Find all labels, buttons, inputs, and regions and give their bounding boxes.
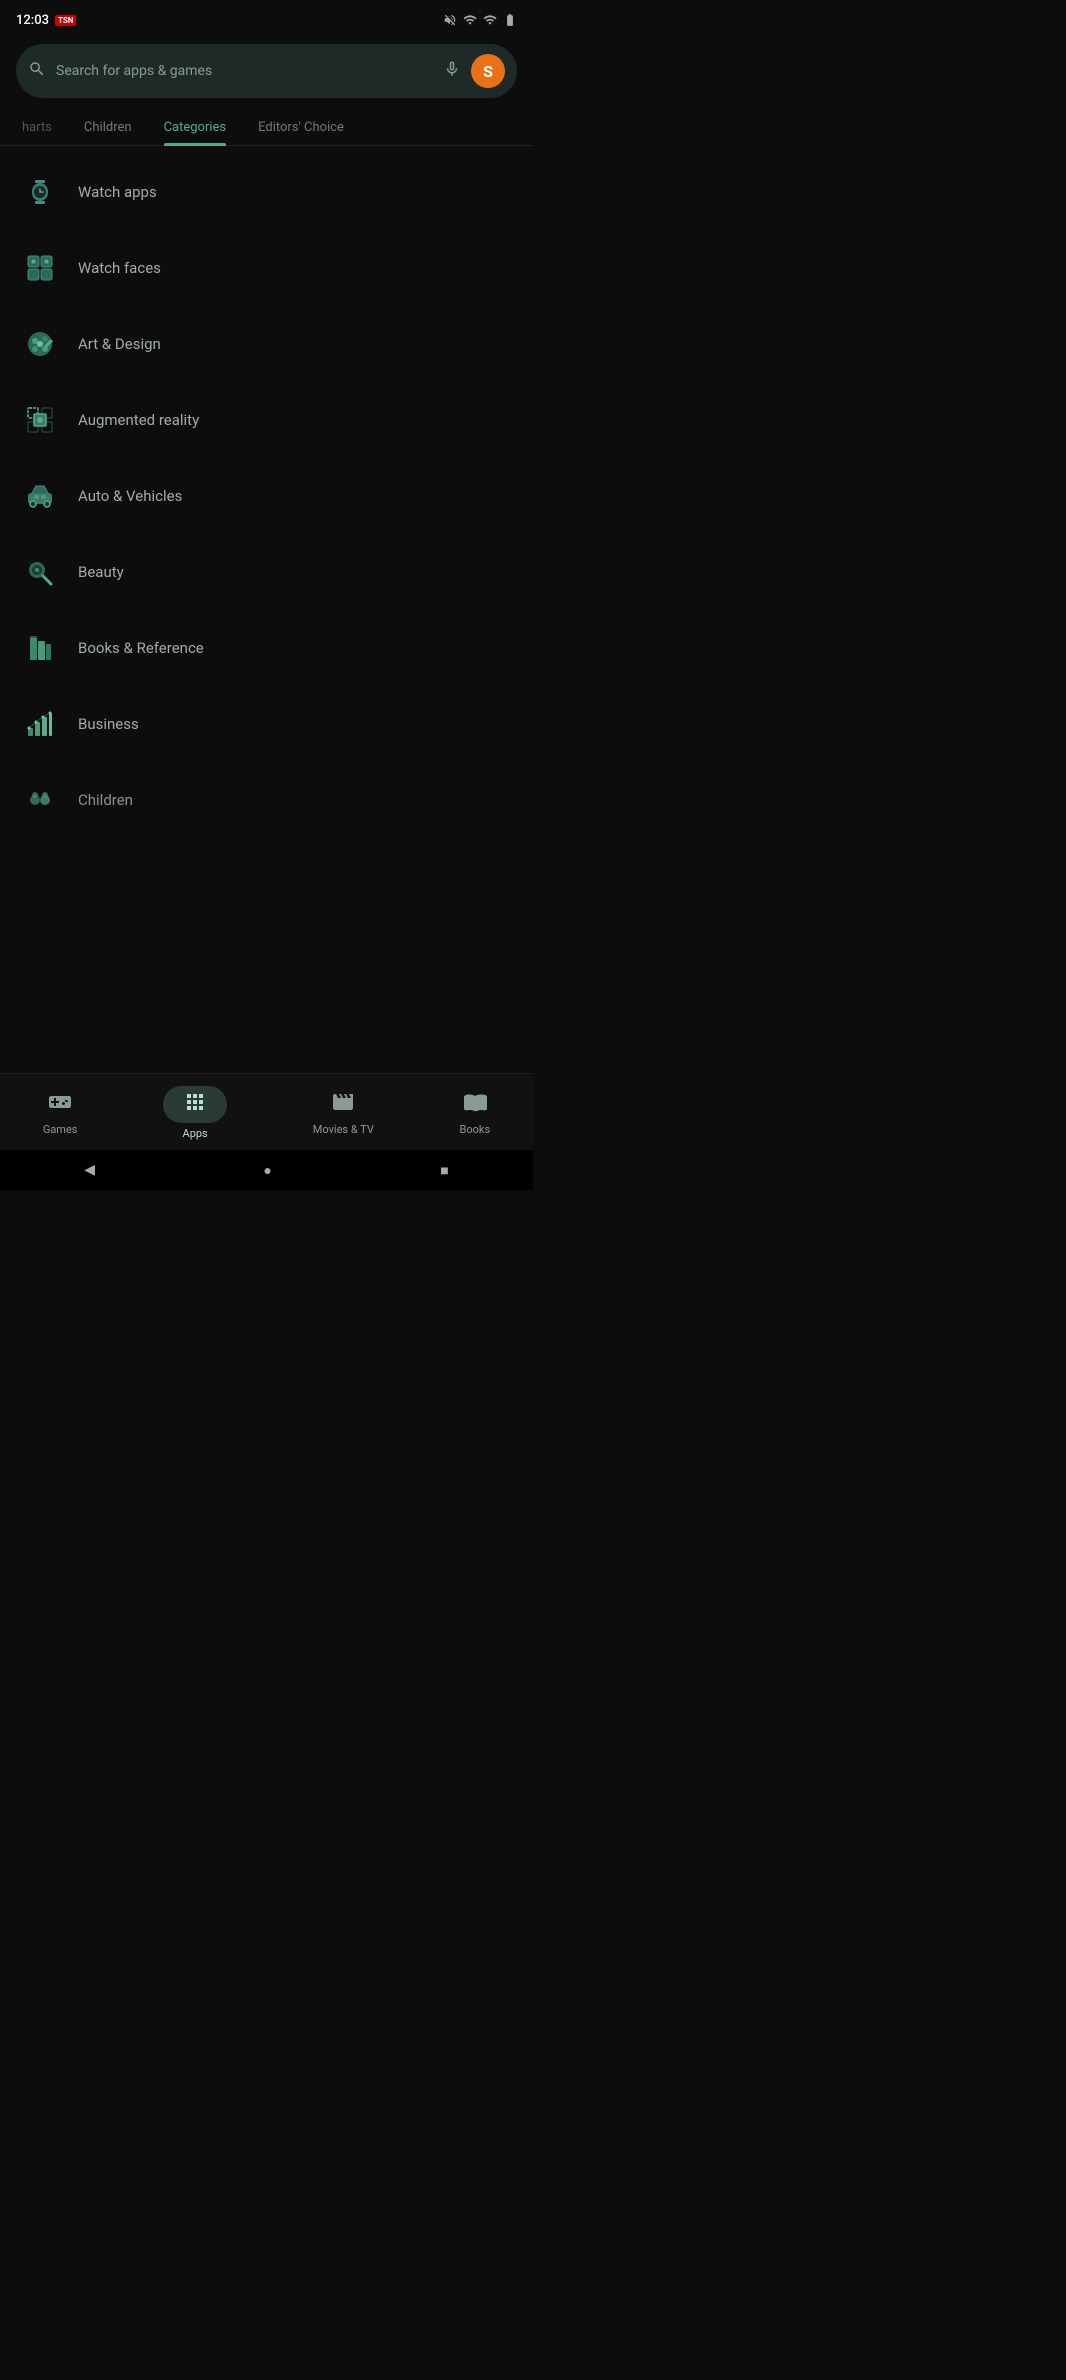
- beauty-icon: [20, 552, 60, 592]
- category-art-design[interactable]: Art & Design: [0, 306, 533, 382]
- nav-games-label: Games: [43, 1123, 78, 1136]
- search-bar[interactable]: Search for apps & games S: [16, 44, 517, 98]
- watch-faces-label: Watch faces: [78, 259, 161, 277]
- mute-icon: [443, 13, 457, 27]
- apps-grid-icon: [183, 1095, 207, 1119]
- category-books-reference[interactable]: Books & Reference: [0, 610, 533, 686]
- back-button[interactable]: ◀: [84, 1162, 95, 1178]
- home-button[interactable]: ●: [263, 1162, 271, 1179]
- category-augmented-reality[interactable]: Augmented reality: [0, 382, 533, 458]
- tab-editors-choice[interactable]: Editors' Choice: [244, 110, 358, 145]
- category-auto-vehicles[interactable]: Auto & Vehicles: [0, 458, 533, 534]
- books-reference-label: Books & Reference: [78, 639, 204, 657]
- art-design-label: Art & Design: [78, 335, 161, 353]
- children-label: Children: [78, 791, 133, 809]
- auto-vehicles-label: Auto & Vehicles: [78, 487, 182, 505]
- status-bar: 12:03 TSN: [0, 0, 533, 36]
- category-children[interactable]: Children: [0, 762, 533, 838]
- signal-icon: [483, 13, 497, 27]
- tsn-badge: TSN: [55, 15, 76, 26]
- system-nav: ◀ ● ■: [0, 1150, 533, 1190]
- watch-apps-label: Watch apps: [78, 183, 157, 201]
- auto-vehicles-icon: [20, 476, 60, 516]
- nav-apps[interactable]: Apps: [147, 1082, 243, 1144]
- beauty-label: Beauty: [78, 563, 124, 581]
- tab-categories[interactable]: Categories: [150, 110, 241, 145]
- wifi-icon: [463, 13, 477, 27]
- mic-icon[interactable]: [443, 60, 461, 82]
- category-watch-faces[interactable]: Watch faces: [0, 230, 533, 306]
- art-design-icon: [20, 324, 60, 364]
- business-icon: [20, 704, 60, 744]
- tab-children[interactable]: Children: [70, 110, 146, 145]
- nav-movies-tv[interactable]: Movies & TV: [297, 1086, 390, 1140]
- nav-books[interactable]: Books: [444, 1086, 507, 1140]
- category-list: Watch apps Watch faces: [0, 146, 533, 846]
- battery-icon: [503, 13, 517, 27]
- search-placeholder: Search for apps & games: [56, 63, 433, 79]
- bottom-nav: Games Apps Movies & TV: [0, 1073, 533, 1150]
- film-icon: [331, 1095, 355, 1119]
- watch-apps-icon: [20, 172, 60, 212]
- recent-button[interactable]: ■: [440, 1162, 448, 1179]
- category-business[interactable]: Business: [0, 686, 533, 762]
- business-label: Business: [78, 715, 139, 733]
- nav-books-label: Books: [460, 1123, 491, 1136]
- children-icon: [20, 780, 60, 820]
- gamepad-icon: [48, 1095, 72, 1119]
- avatar[interactable]: S: [471, 54, 505, 88]
- status-time: 12:03: [16, 13, 49, 28]
- watch-faces-icon: [20, 248, 60, 288]
- status-icons: [443, 13, 517, 27]
- books-reference-icon: [20, 628, 60, 668]
- nav-movies-tv-label: Movies & TV: [313, 1123, 374, 1136]
- category-beauty[interactable]: Beauty: [0, 534, 533, 610]
- augmented-reality-icon: [20, 400, 60, 440]
- tab-charts[interactable]: harts: [8, 110, 66, 145]
- augmented-reality-label: Augmented reality: [78, 411, 199, 429]
- category-watch-apps[interactable]: Watch apps: [0, 154, 533, 230]
- nav-games[interactable]: Games: [27, 1086, 94, 1140]
- tabs-container: harts Children Categories Editors' Choic…: [0, 110, 533, 146]
- search-icon: [28, 60, 46, 82]
- nav-apps-label: Apps: [183, 1127, 208, 1140]
- book-icon: [463, 1095, 487, 1119]
